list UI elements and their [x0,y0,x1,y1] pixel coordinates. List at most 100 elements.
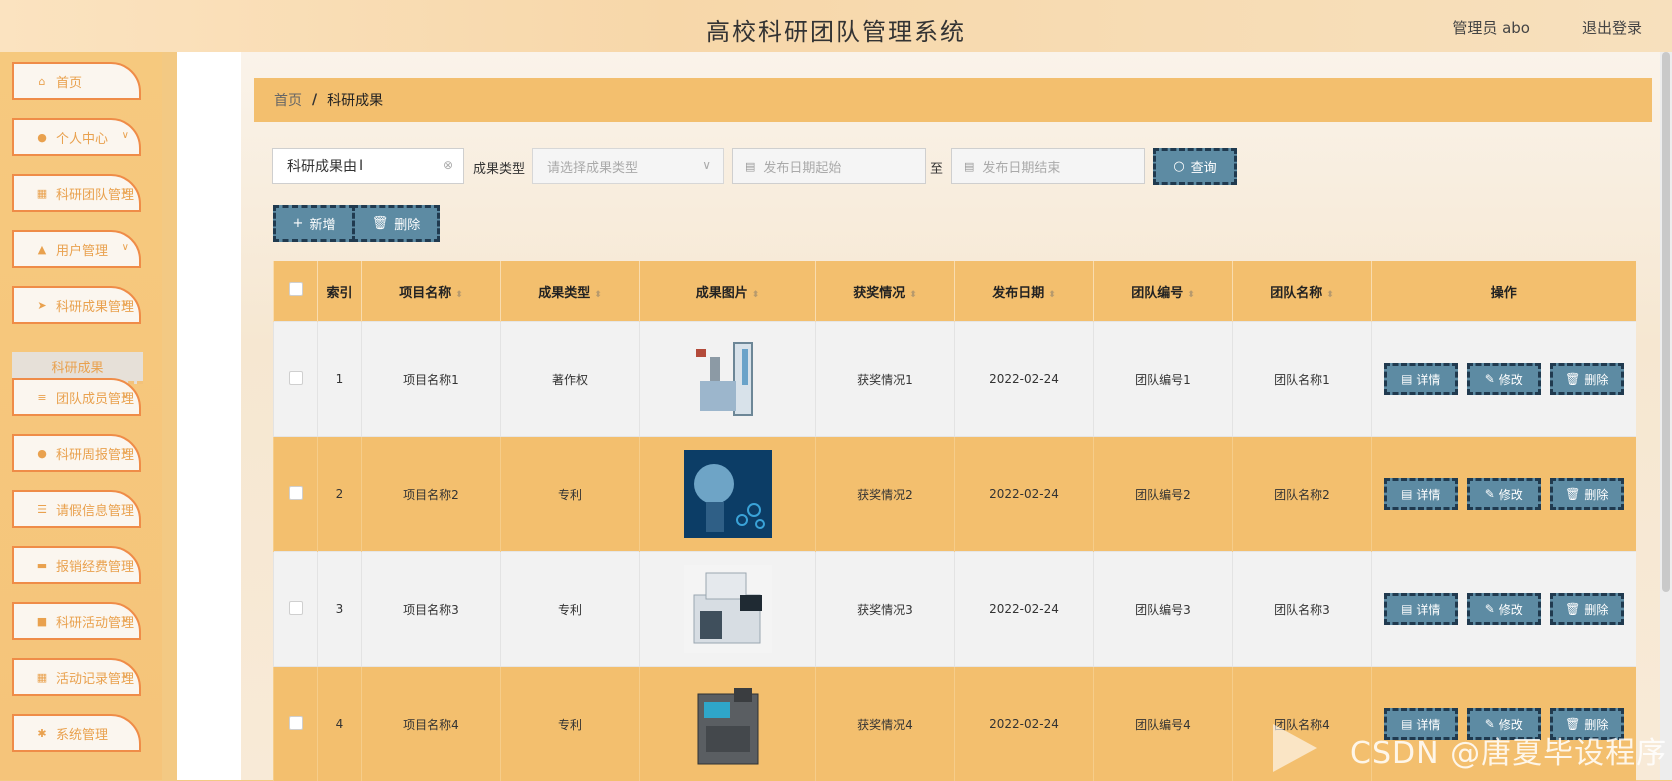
col-actions: 操作 [1372,261,1636,322]
date-end-input[interactable]: ▤ 发布日期结束 [951,148,1145,184]
chevron-down-icon: ∨ [122,446,129,457]
row-checkbox[interactable] [289,486,303,500]
sort-icon[interactable]: ⬍ [455,290,463,300]
sidebar-item-records[interactable]: ▦ 活动记录管理 ∨ [12,658,141,696]
row-checkbox[interactable] [289,601,303,615]
sort-icon[interactable]: ⬍ [752,290,760,300]
delete-button[interactable]: 🗑删除 [1550,478,1624,510]
sidebar-item-users[interactable]: ▲ 用户管理 ∨ [12,230,141,268]
col-project-name[interactable]: 项目名称⬍ [362,261,501,322]
trash-icon: 🗑 [1565,372,1580,386]
delete-button[interactable]: 🗑 删除 [1550,593,1624,625]
col-label: 团队编号 [1131,286,1183,301]
delete-button-label: 删除 [1584,371,1608,388]
content-gutter [177,52,241,780]
add-button[interactable]: + 新增 [273,205,355,242]
breadcrumb-current: 科研成果 [327,90,383,110]
cell-image [640,437,816,552]
detail-button[interactable]: ▤详情 [1384,593,1458,625]
sidebar-item-home[interactable]: ⌂ 首页 [12,62,141,100]
current-user: 管理员 abo [1452,17,1530,38]
cell-actions: ▤详情 ✎修改 🗑 删除 [1372,552,1636,667]
query-button[interactable]: ○ 查询 [1153,148,1237,185]
cell-image [640,667,816,781]
query-button-label: 查询 [1191,157,1217,176]
ticket-icon: ▬ [36,559,48,572]
cell-project-name: 项目名称1 [362,322,501,437]
table-row: 1 项目名称1 著作权 获奖情况1 2022-02-24 团队编号1 团队名称1 [274,322,1636,437]
sidebar-item-achievements[interactable]: ➤ 科研成果管理 ∨ [12,286,141,324]
trash-icon: 🗑 [1565,602,1580,616]
cell-project-name: 项目名称4 [362,667,501,781]
detail-button-label: 详情 [1416,601,1440,618]
chevron-down-icon: ∨ [702,158,711,172]
document-icon: ▤ [1401,487,1412,501]
detail-button[interactable]: ▤ 详情 [1384,478,1458,510]
sidebar-item-system[interactable]: ✱ 系统管理 [12,714,141,752]
scrollbar-thumb[interactable] [1662,52,1670,592]
pencil-icon: ✎ [1485,487,1495,501]
row-checkbox[interactable] [289,371,303,385]
sort-icon[interactable]: ⬍ [1048,290,1056,300]
sort-icon[interactable]: ⬍ [909,290,917,300]
sort-icon[interactable]: ⬍ [594,290,602,300]
sidebar-item-teams[interactable]: ▦ 科研团队管理 ∨ [12,174,141,212]
page-scrollbar[interactable] [1660,52,1672,780]
delete-button-label: 删除 [1584,601,1608,618]
sidebar-item-members[interactable]: ≡ 团队成员管理 ∨ [12,378,141,416]
logout-link[interactable]: 退出登录 [1582,17,1642,38]
pencil-icon: ✎ [1485,602,1495,616]
add-button-label: 新增 [309,214,335,233]
delete-button[interactable]: 🗑 删除 [1550,363,1624,395]
row-actions: ▤详情 ✎修改 🗑 删除 [1373,363,1635,395]
col-image[interactable]: 成果图片⬍ [640,261,816,322]
sort-icon[interactable]: ⬍ [1326,290,1334,300]
cell-image [640,552,816,667]
grid-icon: ▦ [36,671,48,684]
chat-icon: ■ [36,615,48,628]
sidebar-item-leave[interactable]: ☰ 请假信息管理 [12,490,141,528]
sidebar-item-weekly[interactable]: ● 科研周报管理 ∨ [12,434,141,472]
sidebar-item-label: 用户管理 [56,240,108,259]
detail-button[interactable]: ▤详情 [1384,363,1458,395]
col-date[interactable]: 发布日期⬍ [955,261,1094,322]
edit-button[interactable]: ✎修改 [1467,593,1541,625]
row-checkbox[interactable] [289,716,303,730]
cell-award: 获奖情况3 [816,552,955,667]
sidebar-item-reimburse[interactable]: ▬ 报销经费管理 [12,546,141,584]
date-start-input[interactable]: ▤ 发布日期起始 [732,148,926,184]
col-award[interactable]: 获奖情况⬍ [816,261,955,322]
edit-button-label: 修改 [1499,486,1523,503]
chevron-down-icon: ∨ [122,390,129,401]
clear-icon[interactable]: ⊗ [443,158,453,172]
top-header: 高校科研团队管理系统 管理员 abo 退出登录 [0,0,1672,52]
col-type[interactable]: 成果类型⬍ [501,261,640,322]
cell-date: 2022-02-24 [955,667,1094,781]
sidebar-item-profile[interactable]: ● 个人中心 ∨ [12,118,141,156]
project-name-input[interactable]: 科研成果由I ⊗ [272,148,464,184]
chevron-down-icon: ∨ [122,130,129,141]
detail-button-label: 详情 [1416,486,1440,503]
batch-delete-button[interactable]: 🗑 删除 [352,205,440,242]
edit-button[interactable]: ✎ 修改 [1467,478,1541,510]
user-icon: ● [36,447,48,460]
row-actions: ▤详情 ✎修改 🗑 删除 [1373,593,1635,625]
row-checkbox-cell [274,437,318,552]
cell-team-no: 团队编号2 [1094,437,1233,552]
sidebar-item-activities[interactable]: ■ 科研活动管理 ∨ [12,602,141,640]
sort-icon[interactable]: ⬍ [1187,290,1195,300]
select-all-checkbox[interactable] [289,282,303,296]
cell-award: 获奖情况1 [816,322,955,437]
cell-award: 获奖情况4 [816,667,955,781]
type-select[interactable]: 请选择成果类型 ∨ [532,148,724,184]
cell-team-no: 团队编号4 [1094,667,1233,781]
col-team-no[interactable]: 团队编号 ⬍ [1094,261,1233,322]
sidebar-item-label: 报销经费管理 [56,556,134,575]
breadcrumb-separator: / [312,92,317,108]
edit-button-label: 修改 [1499,371,1523,388]
plus-icon: + [293,216,304,231]
col-team-name[interactable]: 团队名称⬍ [1233,261,1372,322]
breadcrumb-home[interactable]: 首页 [274,90,302,110]
user-icon: ● [36,131,48,144]
edit-button[interactable]: ✎修改 [1467,363,1541,395]
